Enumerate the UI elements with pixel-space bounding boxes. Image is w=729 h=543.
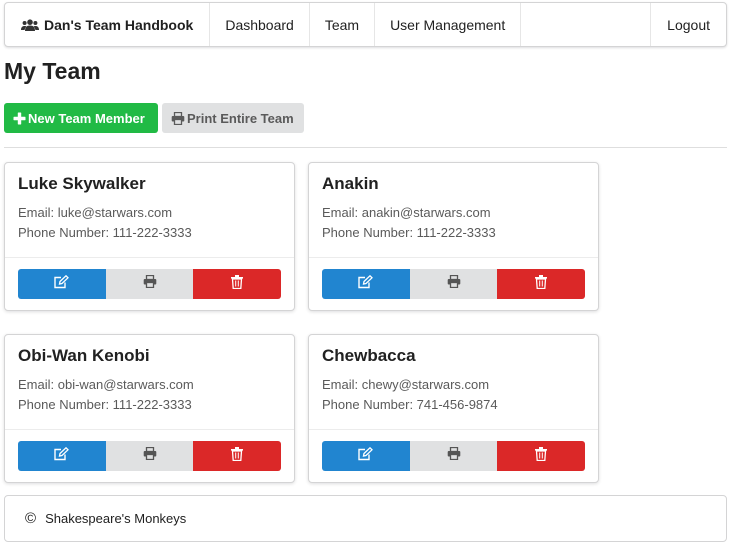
card-action-group (322, 269, 585, 299)
edit-icon (54, 274, 70, 294)
team-member-card: Obi-Wan Kenobi Email: obi-wan@starwars.c… (4, 334, 295, 483)
brand-link[interactable]: Dan's Team Handbook (5, 3, 211, 46)
nav-user-management[interactable]: User Management (375, 3, 522, 46)
member-name: Anakin (322, 174, 379, 193)
new-team-member-label: New Team Member (28, 110, 145, 126)
edit-icon (54, 446, 70, 466)
edit-button[interactable] (322, 441, 410, 471)
section-divider (4, 147, 727, 148)
trash-icon (535, 446, 548, 466)
member-phone: Phone Number: 111-222-3333 (322, 225, 496, 240)
team-member-card: Anakin Email: anakin@starwars.com Phone … (308, 162, 599, 311)
footer-text: Shakespeare's Monkeys (45, 511, 187, 526)
nav-dashboard[interactable]: Dashboard (210, 3, 310, 46)
print-icon (143, 446, 157, 465)
delete-button[interactable] (193, 269, 281, 299)
card-content: Anakin Email: anakin@starwars.com Phone … (309, 163, 598, 258)
logout-link[interactable]: Logout (650, 3, 726, 46)
card-content: Chewbacca Email: chewy@starwars.com Phon… (309, 335, 598, 430)
card-content: Obi-Wan Kenobi Email: obi-wan@starwars.c… (5, 335, 294, 430)
print-icon (447, 446, 461, 465)
trash-icon (231, 274, 244, 294)
print-entire-team-label: Print Entire Team (187, 110, 294, 126)
member-email: Email: anakin@starwars.com (322, 205, 491, 220)
print-button[interactable] (105, 441, 194, 471)
edit-icon (358, 446, 374, 466)
nav-team[interactable]: Team (310, 3, 376, 46)
member-name: Obi-Wan Kenobi (18, 346, 150, 365)
card-action-group (322, 441, 585, 471)
page-footer: © Shakespeare's Monkeys (4, 495, 727, 542)
print-icon (143, 274, 157, 293)
member-name: Luke Skywalker (18, 174, 146, 193)
new-team-member-button[interactable]: New Team Member (4, 103, 158, 133)
member-email: Email: obi-wan@starwars.com (18, 377, 194, 392)
team-member-card: Chewbacca Email: chewy@starwars.com Phon… (308, 334, 599, 483)
delete-button[interactable] (497, 441, 585, 471)
print-button[interactable] (409, 441, 498, 471)
edit-button[interactable] (18, 269, 106, 299)
delete-button[interactable] (497, 269, 585, 299)
brand-label: Dan's Team Handbook (44, 16, 194, 33)
card-content: Luke Skywalker Email: luke@starwars.com … (5, 163, 294, 258)
print-icon (447, 274, 461, 293)
card-action-group (18, 269, 281, 299)
print-button[interactable] (409, 269, 498, 299)
edit-icon (358, 274, 374, 294)
delete-button[interactable] (193, 441, 281, 471)
edit-button[interactable] (18, 441, 106, 471)
card-action-group (18, 441, 281, 471)
member-email: Email: chewy@starwars.com (322, 377, 490, 392)
print-entire-team-button[interactable]: Print Entire Team (162, 103, 304, 133)
copyright-icon: © (25, 510, 37, 527)
plus-icon (13, 112, 26, 125)
edit-button[interactable] (322, 269, 410, 299)
member-phone: Phone Number: 741-456-9874 (322, 397, 498, 412)
member-email: Email: luke@starwars.com (18, 205, 173, 220)
users-icon (21, 18, 39, 31)
trash-icon (535, 274, 548, 294)
member-name: Chewbacca (322, 346, 416, 365)
page-toolbar: New Team Member Print Entire Team (4, 103, 304, 133)
member-phone: Phone Number: 111-222-3333 (18, 225, 192, 240)
page-title: My Team (4, 58, 101, 84)
trash-icon (231, 446, 244, 466)
member-phone: Phone Number: 111-222-3333 (18, 397, 192, 412)
print-button[interactable] (105, 269, 194, 299)
print-icon (171, 111, 185, 125)
top-navbar: Dan's Team Handbook Dashboard Team User … (4, 2, 727, 47)
team-member-card: Luke Skywalker Email: luke@starwars.com … (4, 162, 295, 311)
